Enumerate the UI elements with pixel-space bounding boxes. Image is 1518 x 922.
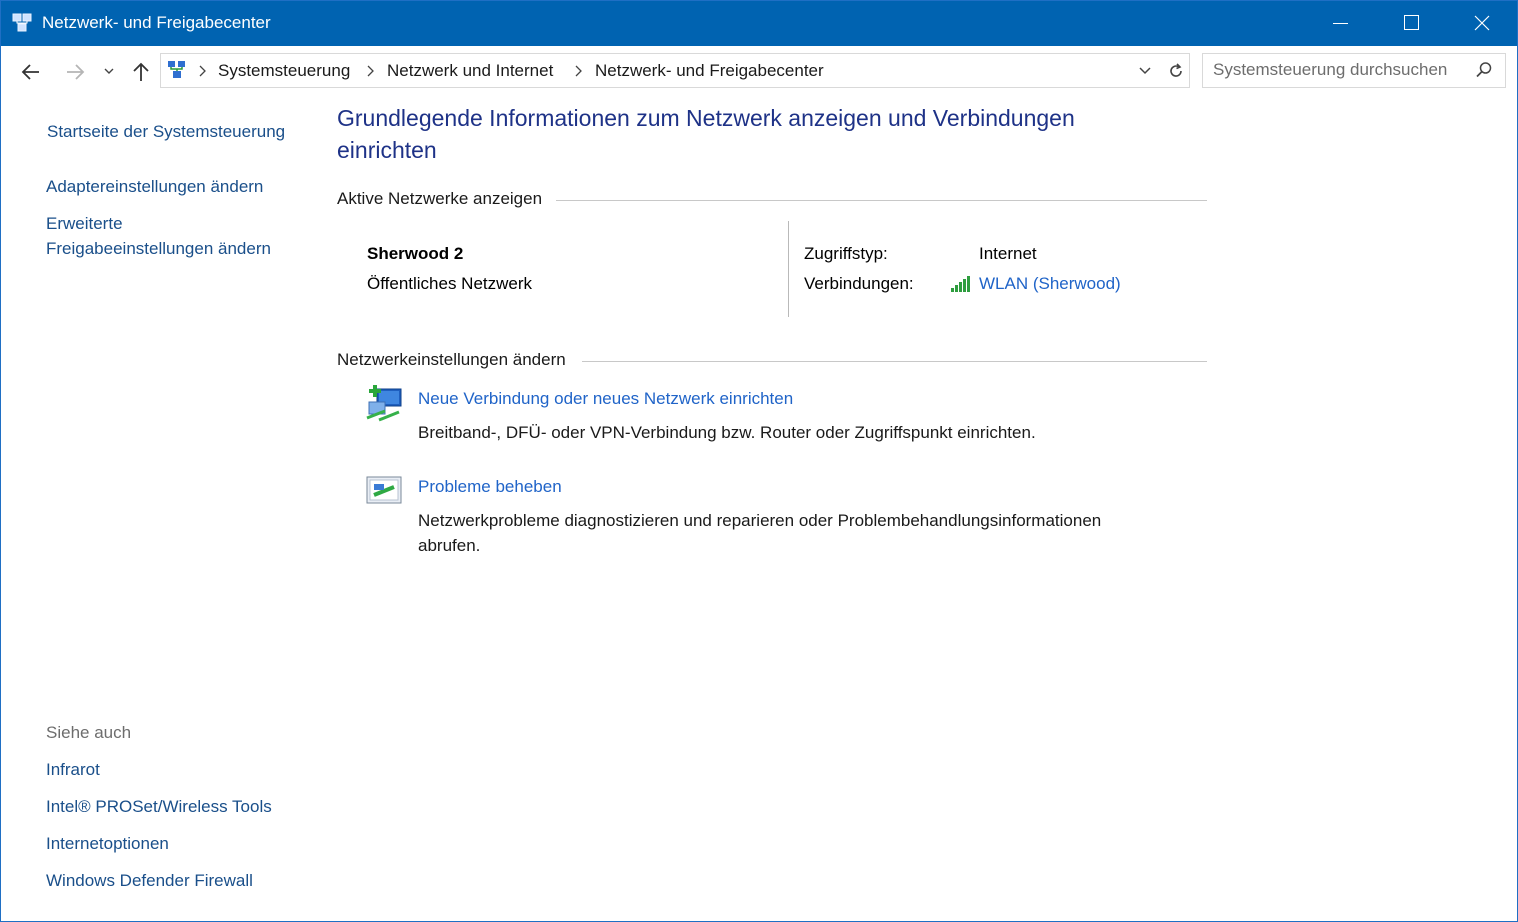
section-divider — [556, 200, 1207, 201]
see-also-intel-proset[interactable]: Intel® PROSet/Wireless Tools — [46, 797, 272, 817]
sidebar-advanced-sharing-link-line2[interactable]: Freigabeeinstellungen ändern — [46, 239, 271, 259]
new-connection-icon — [366, 385, 402, 422]
window: Netzwerk- und Freigabecenter Systemsteue… — [0, 0, 1518, 922]
troubleshoot-description: Netzwerkprobleme diagnostizieren und rep… — [418, 508, 1178, 558]
minimize-icon — [1333, 23, 1348, 24]
close-icon — [1474, 15, 1490, 31]
troubleshoot-icon — [366, 476, 402, 504]
network-settings-heading: Netzwerkeinstellungen ändern — [337, 350, 566, 369]
active-networks-heading: Aktive Netzwerke anzeigen — [337, 189, 543, 208]
search-input[interactable] — [1203, 54, 1473, 85]
arrow-right-icon — [67, 64, 85, 80]
new-connection-link[interactable]: Neue Verbindung oder neues Netzwerk einr… — [418, 389, 793, 409]
back-button[interactable] — [18, 59, 44, 85]
arrow-up-icon — [133, 62, 149, 81]
troubleshoot-description-line1: Netzwerkprobleme diagnostizieren und rep… — [418, 511, 1102, 530]
search-icon[interactable] — [1475, 61, 1493, 79]
up-button[interactable] — [128, 59, 154, 85]
window-title: Netzwerk- und Freigabecenter — [42, 13, 271, 32]
see-also-defender-firewall[interactable]: Windows Defender Firewall — [46, 871, 253, 891]
new-connection-description-line1: Breitband-, DFÜ- oder VPN-Verbindung bzw… — [418, 423, 1036, 442]
title-bar[interactable]: Netzwerk- und Freigabecenter — [1, 1, 1517, 46]
see-also-heading: Siehe auch — [46, 723, 132, 742]
arrow-left-icon — [21, 64, 39, 80]
minimize-button[interactable] — [1306, 1, 1376, 46]
address-bar[interactable]: Systemsteuerung Netzwerk und Internet Ne… — [160, 53, 1165, 88]
network-sharing-icon — [12, 13, 32, 32]
wifi-signal-icon — [951, 276, 970, 292]
maximize-icon — [1404, 15, 1419, 30]
page-title-line2: einrichten — [337, 137, 437, 163]
sidebar-home-link[interactable]: Startseite der Systemsteuerung — [47, 122, 285, 142]
maximize-button[interactable] — [1377, 1, 1447, 46]
breadcrumb-separator-icon — [199, 65, 206, 77]
access-type-value: Internet — [979, 244, 1037, 263]
refresh-button[interactable] — [1164, 53, 1190, 88]
connections-label: Verbindungen: — [804, 274, 914, 293]
wlan-connection-link[interactable]: WLAN (Sherwood) — [979, 274, 1121, 294]
network-category: Öffentliches Netzwerk — [367, 274, 533, 293]
see-also-infrarot[interactable]: Infrarot — [46, 760, 100, 780]
new-connection-description: Breitband-, DFÜ- oder VPN-Verbindung bzw… — [418, 420, 1178, 445]
navigation-bar: Systemsteuerung Netzwerk und Internet Ne… — [1, 46, 1517, 96]
forward-button[interactable] — [62, 59, 88, 85]
refresh-icon — [1170, 63, 1182, 77]
network-divider — [788, 221, 789, 317]
sidebar-adapter-settings-link[interactable]: Adaptereinstellungen ändern — [46, 177, 263, 197]
breadcrumb-netzwerk-freigabecenter[interactable]: Netzwerk- und Freigabecenter — [595, 61, 824, 81]
chevron-down-icon — [104, 68, 114, 74]
control-panel-icon — [168, 61, 185, 78]
breadcrumb-netzwerk-internet[interactable]: Netzwerk und Internet — [387, 61, 553, 81]
troubleshoot-link[interactable]: Probleme beheben — [418, 477, 562, 497]
breadcrumb-separator-icon — [367, 65, 374, 77]
address-dropdown-icon[interactable] — [1137, 63, 1153, 79]
recent-locations-button[interactable] — [101, 59, 117, 85]
section-divider — [582, 361, 1207, 362]
page-title: Grundlegende Informationen zum Netzwerk … — [337, 102, 1167, 166]
sidebar-advanced-sharing-link[interactable]: Erweiterte — [46, 214, 123, 234]
close-button[interactable] — [1447, 1, 1517, 46]
breadcrumb-systemsteuerung[interactable]: Systemsteuerung — [218, 61, 350, 81]
see-also-internetoptionen[interactable]: Internetoptionen — [46, 834, 169, 854]
network-name: Sherwood 2 — [367, 244, 464, 263]
breadcrumb-separator-icon — [575, 65, 582, 77]
search-box[interactable] — [1202, 53, 1506, 88]
page-title-line1: Grundlegende Informationen zum Netzwerk … — [337, 105, 1075, 131]
access-type-label: Zugriffstyp: — [804, 244, 888, 263]
troubleshoot-description-line2: abrufen. — [418, 536, 481, 555]
